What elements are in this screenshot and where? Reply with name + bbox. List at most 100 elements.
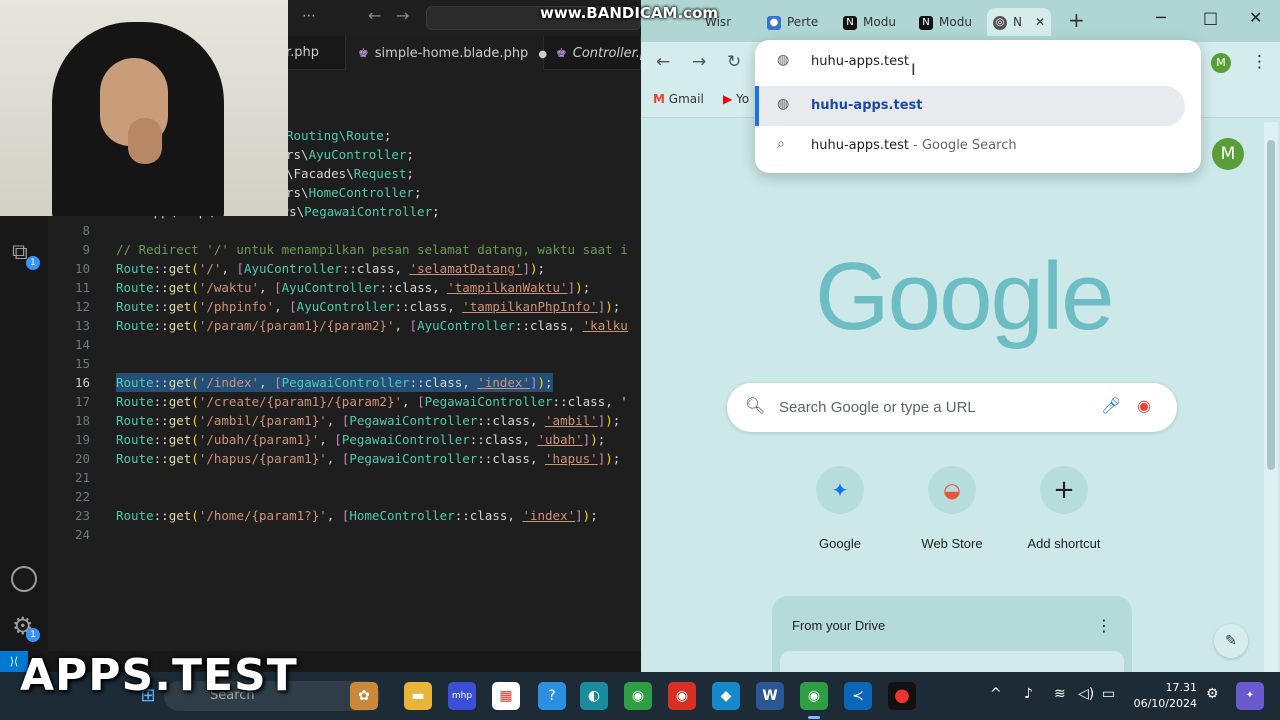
chrome-active-icon[interactable]: ◉ (800, 682, 828, 710)
chrome-tab-active[interactable]: ◎ N ✕ (987, 8, 1051, 36)
chrome-tab[interactable]: N Modu (837, 8, 903, 36)
suggestion-url[interactable]: ◍ huhu-apps.test (755, 86, 1185, 126)
back-arrow-icon[interactable]: ← (368, 6, 381, 25)
ntp-search-box[interactable]: 🔍︎ Search Google or type a URL 🎤︎ ◉ (727, 383, 1177, 432)
scrollbar-thumb[interactable] (1267, 140, 1275, 470)
code-text: Route::get('/ubah/{param1}', [PegawaiCon… (116, 430, 605, 449)
code-token: ( (191, 451, 199, 466)
code-token: , (259, 375, 275, 390)
maximize-icon[interactable]: □ (1203, 8, 1218, 27)
app-icon[interactable]: mhp (448, 682, 476, 710)
volume-icon[interactable]: ◁) (1078, 686, 1094, 702)
google-logo: Google (815, 243, 1115, 350)
minimize-icon[interactable]: ─ (1156, 8, 1166, 27)
code-line[interactable]: 11 Route::get('/waktu', [AyuController::c… (48, 278, 641, 297)
shortcut-google[interactable]: ✦ Google (790, 466, 890, 551)
code-token: , (221, 261, 237, 276)
bandicam-watermark: www.BANDICAM.com (540, 4, 719, 22)
bookmark-gmail[interactable]: M Gmail (653, 92, 704, 106)
reload-icon[interactable]: ↻ (727, 52, 741, 72)
chrome-window: Wisr ● Perte N Modu N Modu ◎ N ✕ + ─ □ ✕ ← →… (641, 0, 1280, 672)
code-line[interactable]: 22 (48, 487, 641, 506)
vscode-icon[interactable]: ≺ (844, 682, 872, 710)
suggestion-search[interactable]: ⌕ huhu-apps.test - Google Search (755, 126, 1201, 166)
bookmark-youtube[interactable]: ▶ Yo (723, 92, 749, 106)
ntp-profile-avatar[interactable]: M (1212, 138, 1244, 170)
bandicam-record-icon[interactable]: ● (888, 682, 916, 710)
microphone-tray-icon[interactable]: ♪ (1024, 686, 1033, 702)
line-number: 12 (74, 299, 90, 314)
shortcut-add[interactable]: + Add shortcut (1014, 466, 1114, 551)
shortcut-web-store[interactable]: ◒ Web Store (902, 466, 1002, 551)
code-line[interactable]: 18 Route::get('/ambil/{param1}', [Pegawai… (48, 411, 641, 430)
code-token: Route (116, 375, 154, 390)
code-token: Route (116, 508, 154, 523)
code-token: :: (153, 261, 169, 276)
code-line[interactable]: 23 Route::get('/home/{param1?}', [HomeCon… (48, 506, 641, 525)
account-icon[interactable] (11, 566, 37, 592)
tab-simple-home-blade[interactable]: ♚ simple-home.blade.php ● (346, 36, 547, 70)
code-line[interactable]: 10 Route::get('/', [AyuController::class,… (48, 259, 641, 278)
scrollbar[interactable] (1264, 122, 1278, 672)
code-token: ; (590, 508, 598, 523)
omnibox-input[interactable]: ◍ huhu-apps.test I (755, 42, 1201, 82)
customize-pencil-icon[interactable]: ✎ (1214, 624, 1248, 658)
tray-chevron-icon[interactable]: ^ (990, 686, 1002, 702)
code-line[interactable]: 14 (48, 335, 641, 354)
code-line[interactable]: 12 Route::get('/phpinfo', [AyuController:… (48, 297, 641, 316)
code-token: PegawaiController (281, 375, 410, 390)
chrome-tab[interactable]: ● Perte (761, 8, 825, 36)
close-window-icon[interactable]: ✕ (1249, 8, 1262, 27)
copilot-icon[interactable]: ✦ (1236, 682, 1264, 710)
code-line[interactable]: 24 (48, 525, 641, 544)
more-icon[interactable]: ⋯ (302, 8, 316, 24)
code-line[interactable]: 20 Route::get('/hapus/{param1}', [Pegawai… (48, 449, 641, 468)
code-token: , (326, 413, 342, 428)
webcam-hand (128, 118, 162, 164)
code-token: ) (605, 451, 613, 466)
code-line[interactable]: 21 (48, 468, 641, 487)
close-tab-icon[interactable]: ✕ (1035, 8, 1045, 36)
profile-avatar[interactable]: M (1211, 53, 1231, 73)
code-token: 'ambil' (545, 413, 598, 428)
drive-card-item[interactable] (780, 651, 1124, 672)
chrome-icon[interactable]: ◉ (624, 682, 652, 710)
chrome-tab[interactable]: N Modu (913, 8, 979, 36)
back-icon[interactable]: ← (656, 52, 670, 72)
chrome-menu-icon[interactable]: ⋮ (1251, 52, 1268, 72)
file-explorer-icon[interactable]: ▬ (404, 682, 432, 710)
code-line[interactable]: 19 Route::get('/ubah/{param1}', [PegawaiC… (48, 430, 641, 449)
notification-gear-icon[interactable]: ⚙ (1206, 686, 1219, 702)
word-icon[interactable]: W (756, 682, 784, 710)
code-line[interactable]: 15 (48, 354, 641, 373)
app-blue-icon[interactable]: ◆ (712, 682, 740, 710)
code-text: rs\AyuController; (286, 145, 414, 164)
code-line[interactable]: 13 Route::get('/param/{param1}/{param2}',… (48, 316, 641, 335)
wifi-icon[interactable]: ≋ (1054, 686, 1066, 702)
line-number: 9 (82, 242, 90, 257)
ms-store-icon[interactable]: ▦ (492, 682, 520, 710)
google-lens-icon[interactable]: ◉ (1137, 396, 1151, 415)
card-menu-icon[interactable]: ⋮ (1096, 616, 1112, 635)
widgets-icon[interactable]: ✿ (350, 682, 378, 710)
forward-arrow-icon[interactable]: → (396, 6, 409, 25)
microphone-icon[interactable]: 🎤︎ (1101, 396, 1121, 415)
battery-icon[interactable]: ▭ (1102, 686, 1115, 702)
code-line[interactable]: 8 (48, 221, 641, 240)
code-token: ) (590, 432, 598, 447)
forward-icon[interactable]: → (692, 52, 706, 72)
code-token: '/' (198, 261, 222, 276)
code-line[interactable]: 17 Route::get('/create/{param1}/{param2}'… (48, 392, 641, 411)
chrome-alt-icon[interactable]: ◉ (668, 682, 696, 710)
code-token: ( (191, 318, 199, 333)
edge-icon[interactable]: ◐ (580, 682, 608, 710)
help-icon[interactable]: ? (538, 682, 566, 710)
code-token: ; (383, 128, 392, 143)
taskbar-clock[interactable]: 17.31 06/10/2024 (1133, 680, 1197, 712)
new-tab-plus-icon[interactable]: + (1068, 8, 1085, 32)
code-line[interactable]: 16 Route::get('/index', [PegawaiControlle… (48, 373, 641, 392)
code-line[interactable]: 9 // Redirect '/' untuk menampilkan pesan… (48, 240, 641, 259)
code-token: AyuController (308, 147, 407, 162)
code-token: Route (116, 261, 154, 276)
tab-controller[interactable]: ♚ Controller.p (544, 36, 641, 70)
